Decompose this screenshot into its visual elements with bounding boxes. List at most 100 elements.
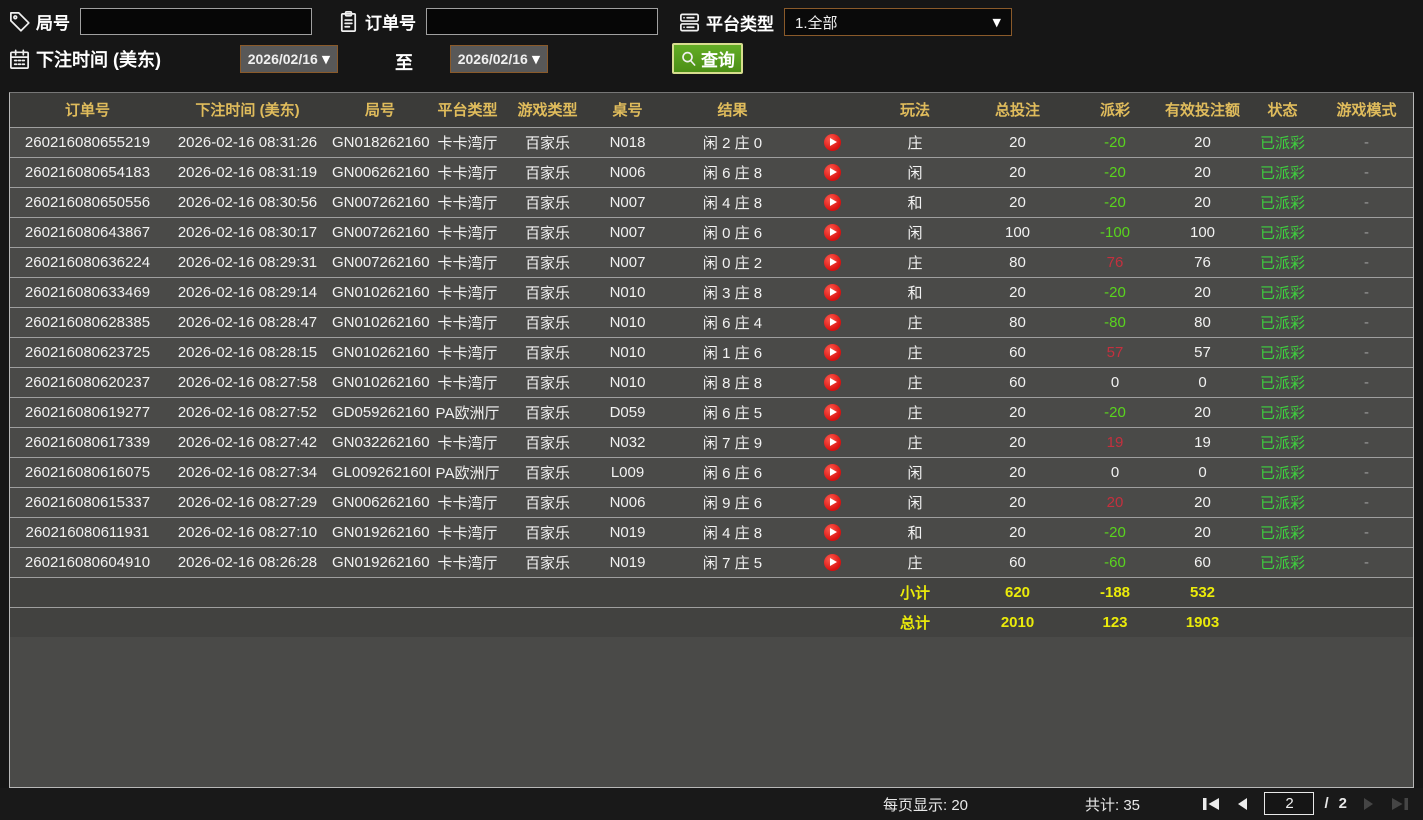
cell-game-mode: - (1320, 487, 1413, 517)
replay-play-button[interactable] (824, 254, 841, 271)
replay-play-button[interactable] (824, 284, 841, 301)
platform-filter: 平台类型 1.全部 ▼ (678, 8, 1012, 36)
cell-bet-time: 2026-02-16 08:28:47 (165, 307, 330, 337)
calendar-icon (8, 47, 32, 71)
cell-play-type: 庄 (865, 307, 965, 337)
tag-icon (8, 10, 32, 34)
replay-play-button[interactable] (824, 494, 841, 511)
cell-replay (800, 487, 865, 517)
replay-play-button[interactable] (824, 224, 841, 241)
cell-status: 已派彩 (1245, 217, 1320, 247)
column-header-play-type: 玩法 (865, 93, 965, 127)
cell-valid-bet: 0 (1160, 367, 1245, 397)
replay-play-button[interactable] (824, 164, 841, 181)
chevron-down-icon: ▼ (532, 53, 540, 66)
cell-payout: -20 (1070, 277, 1160, 307)
cell-total-bet: 60 (965, 547, 1070, 577)
cell-status: 已派彩 (1245, 157, 1320, 187)
cell-game-mode: - (1320, 157, 1413, 187)
total-pages-label: 2 (1339, 795, 1347, 812)
cell-game-type: 百家乐 (505, 157, 590, 187)
cell-table-id: N019 (590, 547, 665, 577)
cell-play-type: 闲 (865, 157, 965, 187)
cell-valid-bet: 57 (1160, 337, 1245, 367)
first-page-button[interactable] (1200, 795, 1222, 813)
chevron-down-icon: ▼ (993, 16, 1001, 29)
cell-game-mode: - (1320, 247, 1413, 277)
cell-replay (800, 397, 865, 427)
cell-replay (800, 127, 865, 157)
date-to-select[interactable]: 2026/02/16 ▼ (450, 45, 548, 73)
column-header-platform: 平台类型 (430, 93, 505, 127)
cell-valid-bet: 20 (1160, 187, 1245, 217)
cell-payout: 76 (1070, 247, 1160, 277)
order-input[interactable] (426, 8, 658, 35)
last-page-button[interactable] (1389, 795, 1411, 813)
cell-bet-time: 2026-02-16 08:31:19 (165, 157, 330, 187)
total-count-label: 共计: 35 (1085, 794, 1140, 815)
subtotal-spacer (10, 577, 865, 607)
cell-total-bet: 20 (965, 427, 1070, 457)
platform-select[interactable]: 1.全部 ▼ (784, 8, 1012, 36)
cell-bet-time: 2026-02-16 08:27:42 (165, 427, 330, 457)
cell-status: 已派彩 (1245, 457, 1320, 487)
replay-play-button[interactable] (824, 524, 841, 541)
cell-game-type: 百家乐 (505, 367, 590, 397)
cell-game-mode: - (1320, 277, 1413, 307)
cell-game-mode: - (1320, 337, 1413, 367)
table-row: 260216080611931 2026-02-16 08:27:10 GN01… (10, 517, 1413, 547)
cell-result: 闲 9 庄 6 (665, 487, 800, 517)
date-from-select[interactable]: 2026/02/16 ▼ (240, 45, 338, 73)
previous-page-button[interactable] (1232, 795, 1254, 813)
records-panel: 订单号 下注时间 (美东) 局号 平台类型 游戏类型 桌号 结果 玩法 总投注 … (9, 92, 1414, 788)
replay-play-button[interactable] (824, 404, 841, 421)
cell-game-mode: - (1320, 217, 1413, 247)
replay-play-button[interactable] (824, 464, 841, 481)
cell-game-mode: - (1320, 517, 1413, 547)
cell-game-type: 百家乐 (505, 397, 590, 427)
column-header-game-mode: 游戏模式 (1320, 93, 1413, 127)
cell-table-id: N019 (590, 517, 665, 547)
cell-play-type: 庄 (865, 367, 965, 397)
table-body: 260216080655219 2026-02-16 08:31:26 GN01… (10, 127, 1413, 577)
replay-play-button[interactable] (824, 554, 841, 571)
replay-play-button[interactable] (824, 434, 841, 451)
cell-game-type: 百家乐 (505, 457, 590, 487)
query-button[interactable]: 查询 (672, 43, 743, 74)
page-number-input[interactable] (1264, 792, 1314, 815)
replay-play-button[interactable] (824, 374, 841, 391)
cell-payout: 20 (1070, 487, 1160, 517)
cell-replay (800, 157, 865, 187)
table-row: 260216080643867 2026-02-16 08:30:17 GN00… (10, 217, 1413, 247)
column-header-bet-time: 下注时间 (美东) (165, 93, 330, 127)
replay-play-button[interactable] (824, 194, 841, 211)
cell-table-id: L009 (590, 457, 665, 487)
cell-total-bet: 20 (965, 517, 1070, 547)
cell-status: 已派彩 (1245, 337, 1320, 367)
cell-replay (800, 217, 865, 247)
cell-total-bet: 80 (965, 247, 1070, 277)
round-input[interactable] (80, 8, 312, 35)
cell-table-id: N007 (590, 247, 665, 277)
cell-order-id: 260216080604910 (10, 547, 165, 577)
cell-game-mode: - (1320, 187, 1413, 217)
cell-platform: 卡卡湾厅 (430, 337, 505, 367)
cell-payout: 19 (1070, 427, 1160, 457)
cell-table-id: N010 (590, 277, 665, 307)
replay-play-button[interactable] (824, 344, 841, 361)
subtotal-row: 小计 620 -188 532 (10, 577, 1413, 607)
cell-valid-bet: 20 (1160, 397, 1245, 427)
cell-result: 闲 7 庄 5 (665, 547, 800, 577)
cell-bet-time: 2026-02-16 08:31:26 (165, 127, 330, 157)
cell-replay (800, 367, 865, 397)
table-row: 260216080655219 2026-02-16 08:31:26 GN01… (10, 127, 1413, 157)
cell-result: 闲 2 庄 0 (665, 127, 800, 157)
play-icon (830, 168, 837, 176)
cell-game-type: 百家乐 (505, 127, 590, 157)
replay-play-button[interactable] (824, 134, 841, 151)
next-page-button[interactable] (1357, 795, 1379, 813)
cell-valid-bet: 20 (1160, 277, 1245, 307)
replay-play-button[interactable] (824, 314, 841, 331)
table-row: 260216080654183 2026-02-16 08:31:19 GN00… (10, 157, 1413, 187)
cell-platform: 卡卡湾厅 (430, 427, 505, 457)
